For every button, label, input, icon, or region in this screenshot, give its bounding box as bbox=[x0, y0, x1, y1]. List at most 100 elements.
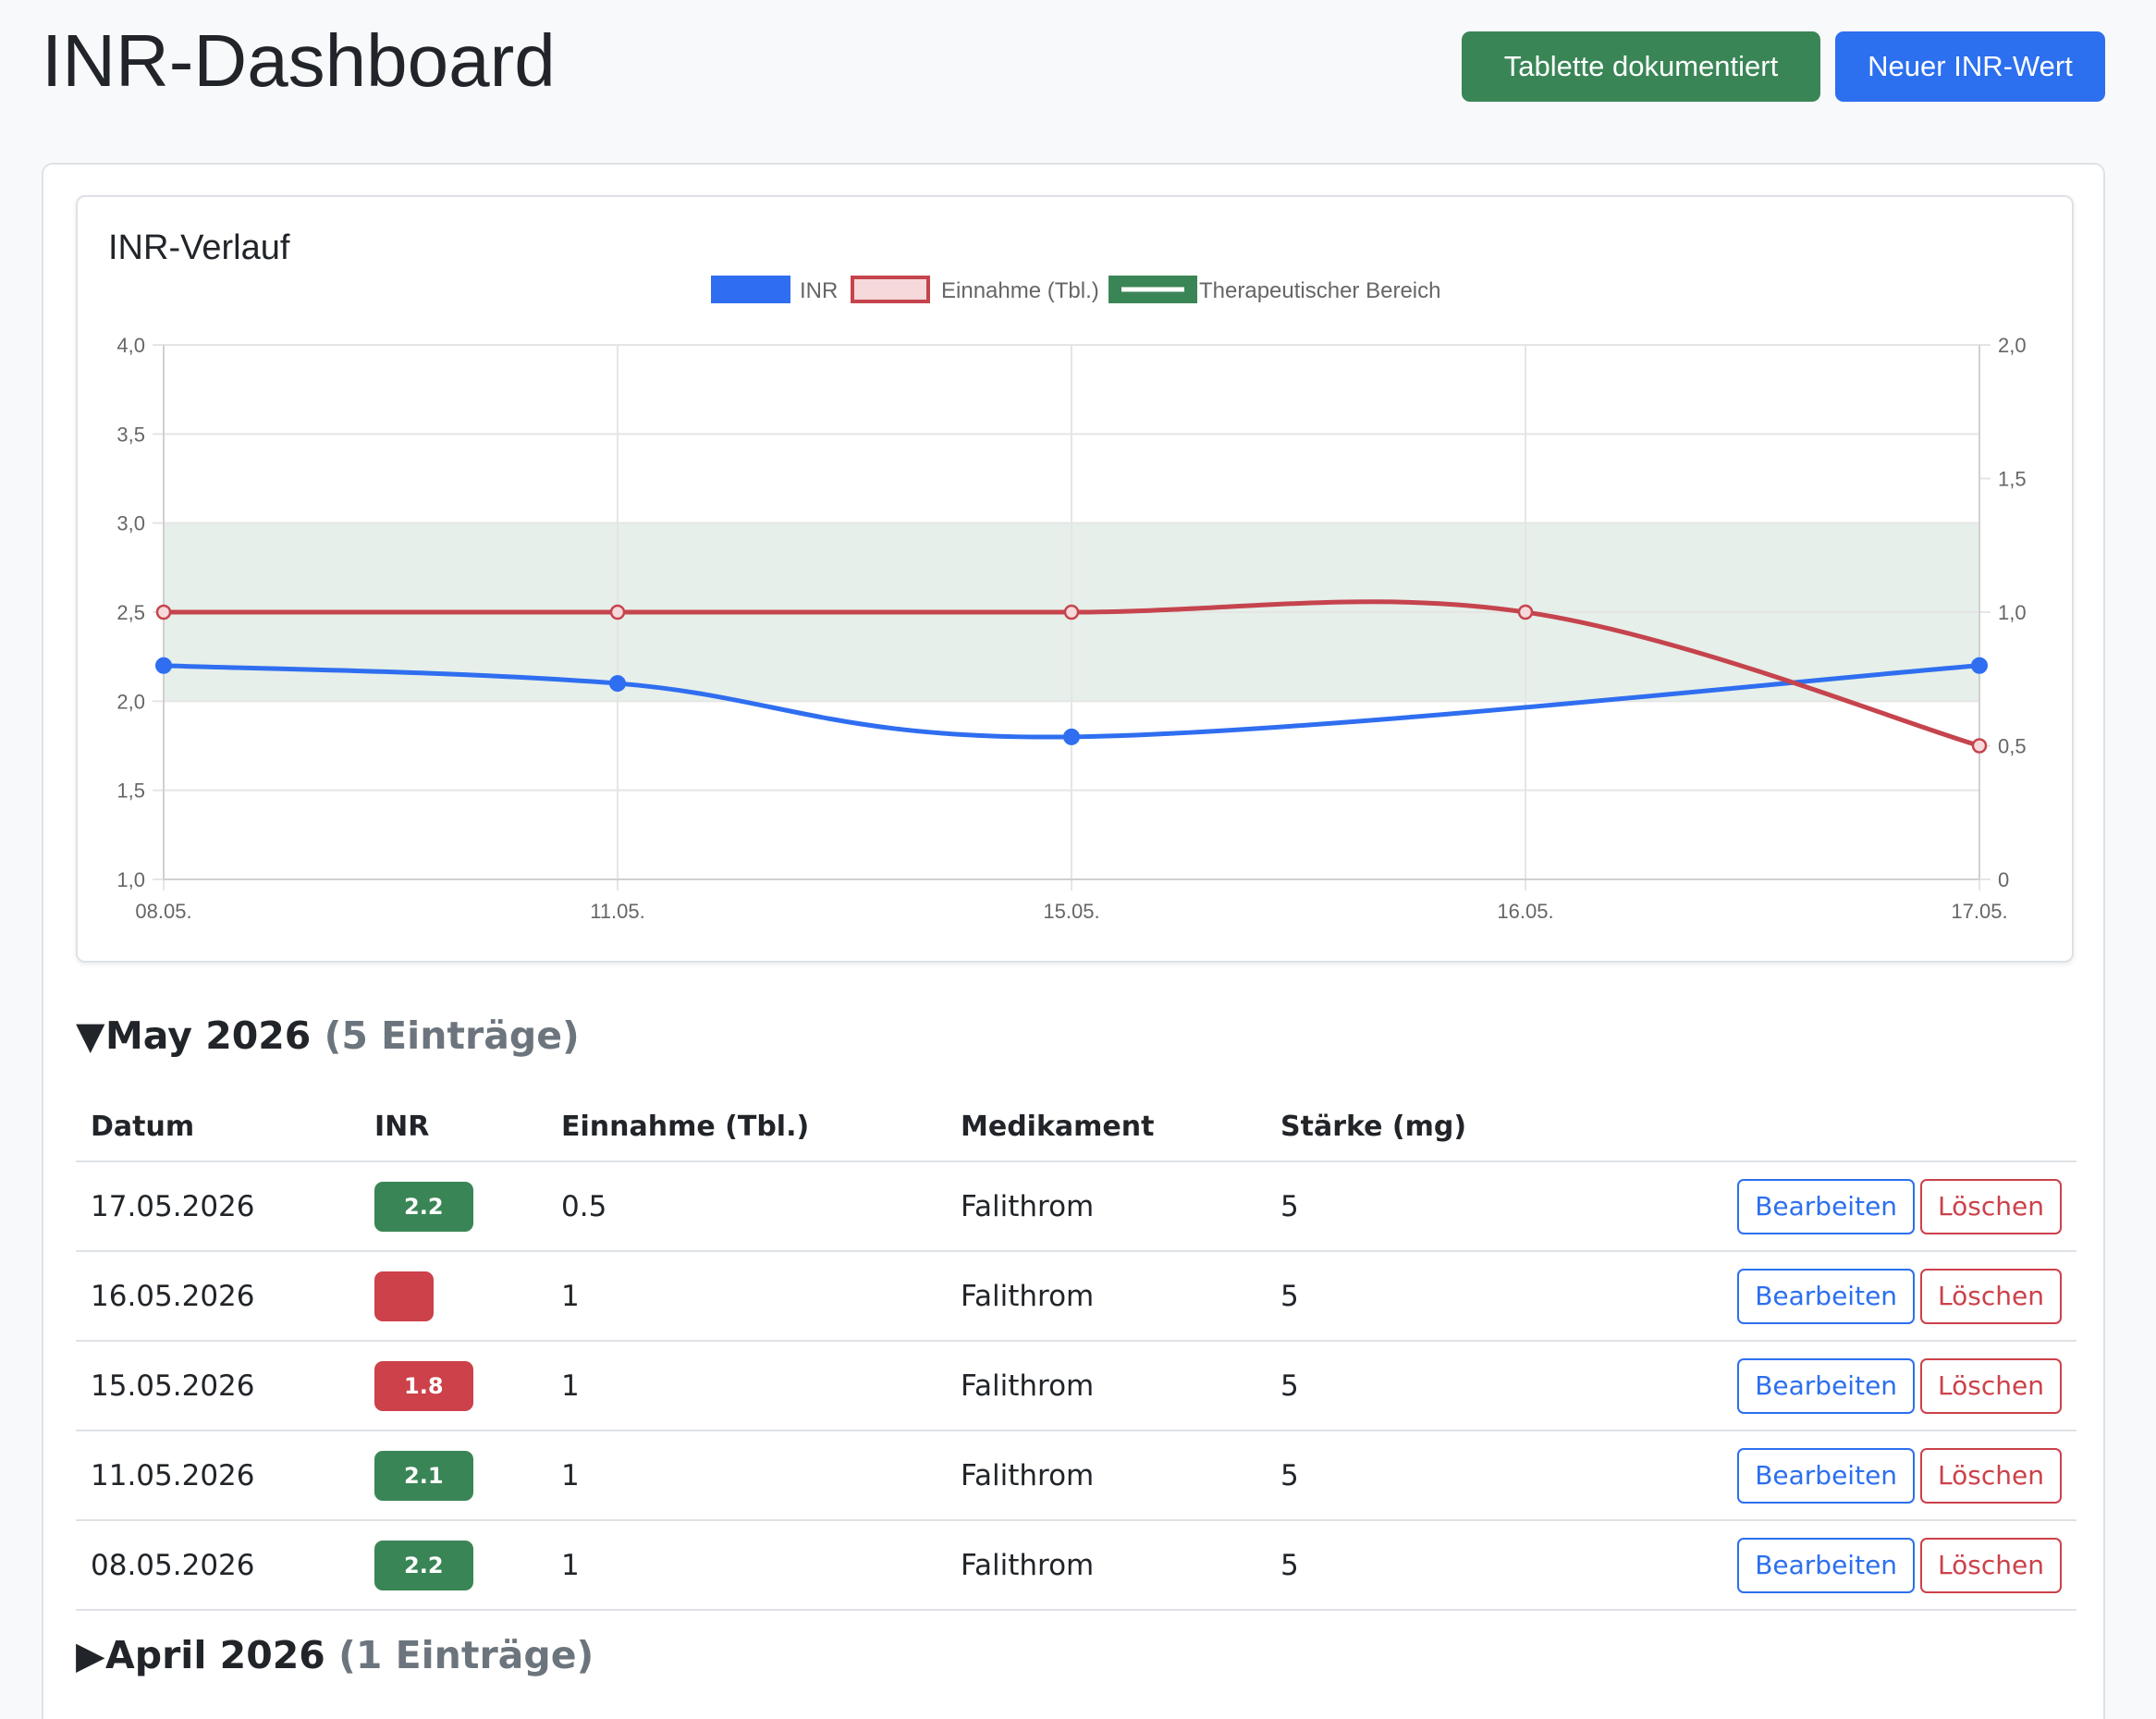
legend-label-intake: Einnahme (Tbl.) bbox=[941, 278, 1099, 303]
y-tick-label-right: 2,0 bbox=[1998, 334, 2027, 357]
edit-button[interactable]: Bearbeiten bbox=[1737, 1268, 1916, 1324]
data-point-intake bbox=[1517, 604, 1534, 620]
cell-actions: Bearbeiten Löschen bbox=[1558, 1341, 2076, 1431]
entries-table: Datum INR Einnahme (Tbl.) Medikament Stä… bbox=[76, 1092, 2076, 1611]
cell-inr: 1.8 bbox=[360, 1341, 546, 1431]
cell-date: 11.05.2026 bbox=[76, 1430, 360, 1521]
header-actions bbox=[1558, 1092, 2076, 1162]
x-tick-label: 16.05. bbox=[1497, 900, 1553, 923]
x-tick-label: 15.05. bbox=[1043, 900, 1099, 923]
page: INR-Dashboard Tablette dokumentiert Neue… bbox=[0, 0, 2156, 1719]
triangle-down-icon: ▼ bbox=[76, 1013, 105, 1058]
y-tick-label-left: 2,0 bbox=[116, 690, 145, 713]
y-tick-label-left: 1,5 bbox=[116, 780, 145, 803]
data-point-inr bbox=[609, 675, 626, 693]
page-title: INR-Dashboard bbox=[42, 19, 556, 102]
table-row: 17.05.2026 2.2 0.5 Falithrom 5 Bearbeiten Lösc… bbox=[76, 1161, 2076, 1252]
inr-badge: 2.2 bbox=[374, 1181, 473, 1232]
cell-intake: 1 bbox=[546, 1251, 946, 1342]
header-inr: INR bbox=[360, 1092, 546, 1162]
inr-badge: 1.8 bbox=[374, 1360, 473, 1411]
cell-strength: 5 bbox=[1266, 1161, 1558, 1252]
inr-chart: 1,0 1,5 2,0 2,5 3,0 3,5 4,0 0 0,5 1,0 1,5 2,0 08.05.… bbox=[116, 276, 2027, 923]
header-date: Datum bbox=[76, 1092, 360, 1162]
cell-actions: Bearbeiten Löschen bbox=[1558, 1520, 2076, 1611]
triangle-right-icon: ▶ bbox=[76, 1633, 105, 1677]
cell-inr: 2.2 bbox=[360, 1161, 546, 1252]
header-intake: Einnahme (Tbl.) bbox=[546, 1092, 946, 1162]
section-april-title: April 2026 bbox=[105, 1633, 325, 1677]
cell-actions: Bearbeiten Löschen bbox=[1558, 1251, 2076, 1342]
cell-medication: Falithrom bbox=[946, 1161, 1266, 1252]
cell-strength: 5 bbox=[1266, 1430, 1558, 1521]
y-tick-label-left: 2,5 bbox=[116, 601, 145, 624]
section-may-title: May 2026 bbox=[105, 1013, 312, 1058]
cell-medication: Falithrom bbox=[946, 1430, 1266, 1521]
cell-strength: 5 bbox=[1266, 1251, 1558, 1342]
legend-label-band: Therapeutischer Bereich bbox=[1199, 278, 1440, 303]
inr-badge bbox=[374, 1271, 434, 1321]
table-row: 08.05.2026 2.2 1 Falithrom 5 Bearbeiten Lösche… bbox=[76, 1520, 2076, 1611]
data-point-inr bbox=[155, 657, 172, 674]
cell-date: 17.05.2026 bbox=[76, 1161, 360, 1252]
x-tick-label: 11.05. bbox=[590, 900, 645, 923]
edit-button[interactable]: Bearbeiten bbox=[1737, 1178, 1916, 1234]
cell-date: 16.05.2026 bbox=[76, 1251, 360, 1342]
table-row: 16.05.2026 1 Falithrom 5 Bearbeiten Löschen bbox=[76, 1251, 2076, 1342]
cell-strength: 5 bbox=[1266, 1520, 1558, 1611]
y-tick-label-left: 3,5 bbox=[116, 423, 145, 446]
x-tick-label: 08.05. bbox=[135, 900, 191, 923]
y-tick-label-right: 1,0 bbox=[1998, 601, 2027, 624]
cell-intake: 1 bbox=[546, 1430, 946, 1521]
edit-button[interactable]: Bearbeiten bbox=[1737, 1447, 1916, 1504]
cell-actions: Bearbeiten Löschen bbox=[1558, 1161, 2076, 1252]
delete-button[interactable]: Löschen bbox=[1920, 1357, 2062, 1414]
x-tick-label: 17.05. bbox=[1951, 900, 2007, 923]
main-card: 1,0 1,5 2,0 2,5 3,0 3,5 4,0 0 0,5 1,0 1,5 2,0 08.05.… bbox=[42, 163, 2105, 1719]
data-point-intake bbox=[1971, 738, 1988, 754]
delete-button[interactable]: Löschen bbox=[1920, 1447, 2062, 1504]
data-point-intake bbox=[155, 604, 172, 620]
y-tick-label-left: 1,0 bbox=[116, 868, 145, 891]
section-april-count: (1 Einträge) bbox=[338, 1633, 594, 1677]
delete-button[interactable]: Löschen bbox=[1920, 1268, 2062, 1324]
legend-swatch-intake bbox=[851, 276, 930, 303]
cell-strength: 5 bbox=[1266, 1341, 1558, 1431]
cell-inr: 2.1 bbox=[360, 1430, 546, 1521]
section-may-toggle[interactable]: ▼May 2026 (5 Einträge) bbox=[76, 1013, 580, 1058]
delete-button[interactable]: Löschen bbox=[1920, 1178, 2062, 1234]
y-tick-label-right: 0,5 bbox=[1998, 735, 2027, 758]
section-april-toggle[interactable]: ▶April 2026 (1 Einträge) bbox=[76, 1633, 594, 1677]
y-tick-label-right: 0 bbox=[1998, 868, 2009, 891]
inr-badge: 2.1 bbox=[374, 1450, 473, 1501]
cell-inr bbox=[360, 1251, 546, 1342]
chart-card: 1,0 1,5 2,0 2,5 3,0 3,5 4,0 0 0,5 1,0 1,5 2,0 08.05.… bbox=[76, 195, 2074, 963]
tablet-documented-button[interactable]: Tablette dokumentiert bbox=[1462, 31, 1820, 102]
cell-date: 15.05.2026 bbox=[76, 1341, 360, 1431]
section-may-count: (5 Einträge) bbox=[324, 1013, 580, 1058]
table-header-row: Datum INR Einnahme (Tbl.) Medikament Stä… bbox=[76, 1092, 2076, 1162]
new-inr-button[interactable]: Neuer INR-Wert bbox=[1835, 31, 2105, 102]
data-point-intake bbox=[1063, 604, 1080, 620]
chart-title: INR-Verlauf bbox=[108, 228, 290, 267]
cell-actions: Bearbeiten Löschen bbox=[1558, 1430, 2076, 1521]
inr-badge: 2.2 bbox=[374, 1540, 473, 1590]
delete-button[interactable]: Löschen bbox=[1920, 1537, 2062, 1593]
cell-date: 08.05.2026 bbox=[76, 1520, 360, 1611]
y-tick-label-right: 1,5 bbox=[1998, 468, 2027, 491]
table-row: 15.05.2026 1.8 1 Falithrom 5 Bearbeiten Lösche… bbox=[76, 1341, 2076, 1431]
cell-intake: 1 bbox=[546, 1341, 946, 1431]
cell-medication: Falithrom bbox=[946, 1251, 1266, 1342]
header-strength: Stärke (mg) bbox=[1266, 1092, 1558, 1162]
data-point-inr bbox=[1063, 728, 1080, 745]
y-tick-label-left: 4,0 bbox=[116, 334, 145, 357]
data-point-inr bbox=[1971, 657, 1988, 674]
cell-intake: 0.5 bbox=[546, 1161, 946, 1252]
edit-button[interactable]: Bearbeiten bbox=[1737, 1537, 1916, 1593]
cell-medication: Falithrom bbox=[946, 1341, 1266, 1431]
y-tick-label-left: 3,0 bbox=[116, 512, 145, 535]
cell-medication: Falithrom bbox=[946, 1520, 1266, 1611]
cell-inr: 2.2 bbox=[360, 1520, 546, 1611]
legend-label-inr: INR bbox=[800, 278, 838, 303]
edit-button[interactable]: Bearbeiten bbox=[1737, 1357, 1916, 1414]
